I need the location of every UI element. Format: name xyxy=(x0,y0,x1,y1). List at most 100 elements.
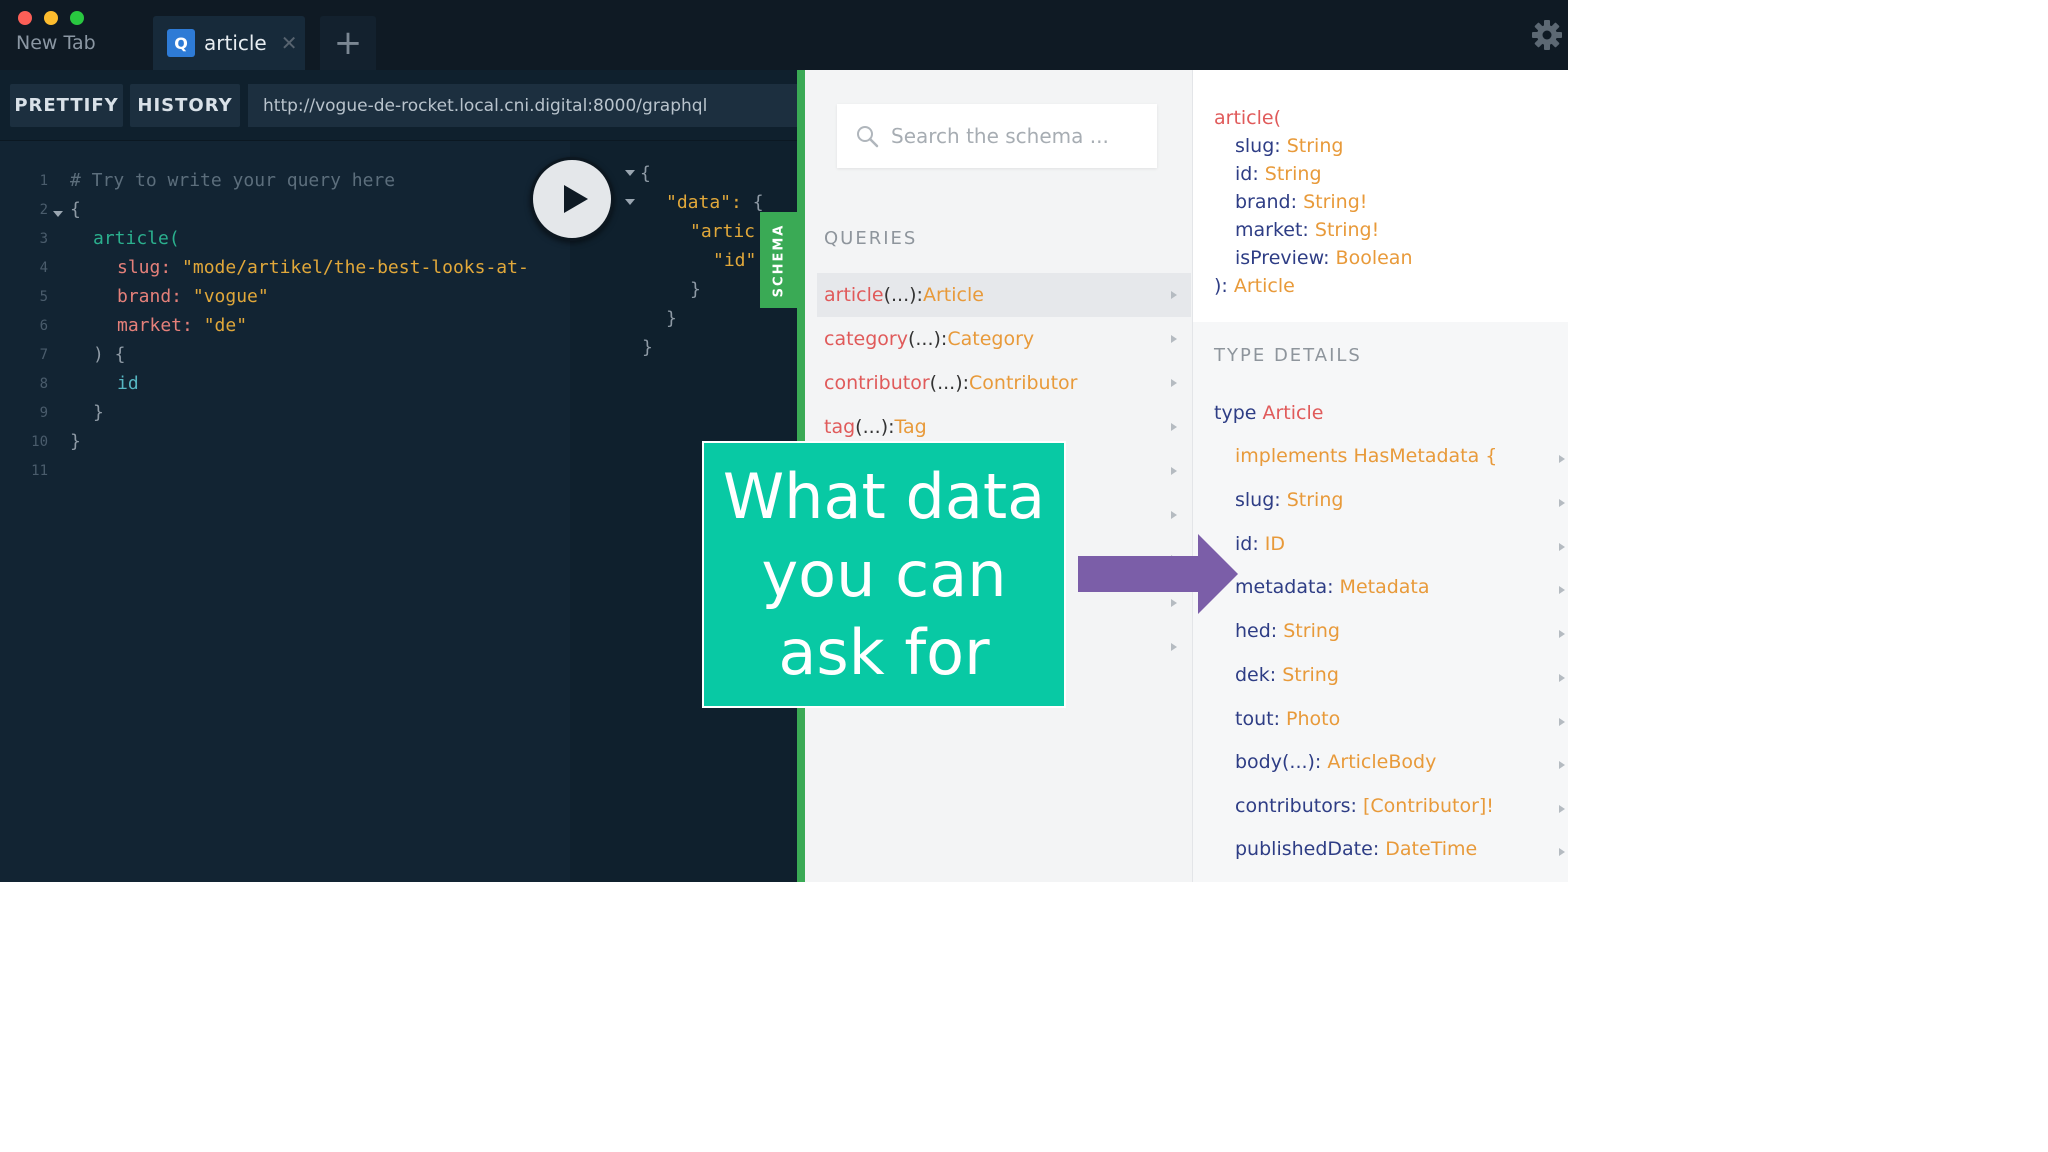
code-arg-brand-line: brand: "vogue" xyxy=(117,286,269,307)
signature-arg-type[interactable]: String! xyxy=(1303,191,1367,213)
result-fold-icon[interactable] xyxy=(625,170,635,176)
title-bar: New Tab Q article ✕ + xyxy=(0,0,1568,70)
result-open-brace: { xyxy=(640,163,651,184)
query-item-article[interactable]: article (...): Article xyxy=(817,273,1191,317)
plus-icon: + xyxy=(333,23,363,63)
field-type[interactable]: ID xyxy=(1265,533,1285,555)
field-hed[interactable]: hed: String xyxy=(1235,620,1340,642)
code-selection-id: id xyxy=(117,373,139,394)
field-type[interactable]: [Contributor]! xyxy=(1363,795,1494,817)
type-name: Article xyxy=(1262,402,1324,424)
add-tab-button[interactable]: + xyxy=(320,16,376,70)
signature-arg-type[interactable]: String! xyxy=(1315,219,1379,241)
signature-arg-type[interactable]: Boolean xyxy=(1336,247,1413,269)
signature-arg-type[interactable]: String xyxy=(1265,163,1322,185)
query-args: (...): xyxy=(883,284,923,306)
app-window: New Tab Q article ✕ + PRETTIFY HISTORY h… xyxy=(0,0,1568,882)
field-name: contributors: xyxy=(1235,795,1357,817)
field-id[interactable]: id: ID xyxy=(1235,533,1285,555)
execute-query-button[interactable] xyxy=(530,157,614,241)
arrow-right-icon xyxy=(1078,534,1238,614)
schema-search-input[interactable]: Search the schema ... xyxy=(837,104,1157,168)
field-name: slug: xyxy=(1235,489,1281,511)
signature-close-paren: ): xyxy=(1214,275,1228,297)
field-metadata[interactable]: metadata: Metadata xyxy=(1235,576,1430,598)
code-close-brace: } xyxy=(70,431,81,452)
field-body[interactable]: body(...): ArticleBody xyxy=(1235,751,1436,773)
field-name: dek: xyxy=(1235,664,1277,686)
signature-arg-name: slug: xyxy=(1235,135,1281,157)
chevron-right-icon xyxy=(1559,455,1565,463)
fold-toggle-icon[interactable] xyxy=(53,211,63,217)
result-fold-icon[interactable] xyxy=(625,199,635,205)
tab-new-tab-label: New Tab xyxy=(16,32,96,54)
query-type: Category xyxy=(947,328,1035,350)
annotation-callout: What data you can ask for xyxy=(702,441,1066,708)
field-name: hed: xyxy=(1235,620,1278,642)
signature-arg: isPreview: Boolean xyxy=(1235,247,1412,269)
gear-icon[interactable] xyxy=(1530,18,1564,52)
result-close-1: } xyxy=(690,279,701,300)
field-dek[interactable]: dek: String xyxy=(1235,664,1339,686)
signature-arg: slug: String xyxy=(1235,135,1343,157)
field-type[interactable]: String xyxy=(1282,664,1339,686)
chevron-right-icon xyxy=(1171,379,1177,387)
chevron-right-icon xyxy=(1559,848,1565,856)
query-item-category[interactable]: category (...): Category xyxy=(817,317,1191,361)
result-close-2: } xyxy=(666,308,677,329)
query-name: category xyxy=(824,328,908,350)
field-type[interactable]: ArticleBody xyxy=(1327,751,1436,773)
callout-text: What data you can ask for xyxy=(722,459,1046,689)
field-contributors[interactable]: contributors: [Contributor]! xyxy=(1235,795,1494,817)
code-arg-brand: brand: xyxy=(117,286,183,307)
line-number: 10 xyxy=(31,434,48,450)
query-args: (...): xyxy=(907,328,948,350)
tab-article[interactable]: Q article ✕ xyxy=(153,16,305,70)
endpoint-url-input[interactable]: http://vogue-de-rocket.local.cni.digital… xyxy=(248,84,798,127)
code-arg-market-value: "de" xyxy=(203,315,248,336)
implements-name[interactable]: HasMetadata { xyxy=(1353,445,1497,467)
signature-arg-name: id: xyxy=(1235,163,1259,185)
query-args: (...): xyxy=(929,372,970,394)
code-arg-market-line: market: "de" xyxy=(117,315,247,336)
signature-arg-type[interactable]: String xyxy=(1287,135,1344,157)
field-type[interactable]: String xyxy=(1283,620,1340,642)
field-tout[interactable]: tout: Photo xyxy=(1235,708,1340,730)
implements-keyword: implements xyxy=(1235,445,1348,467)
tab-close-icon[interactable]: ✕ xyxy=(281,31,298,55)
signature-arg-name: brand: xyxy=(1235,191,1298,213)
code-open-brace: { xyxy=(70,199,81,220)
chevron-right-icon xyxy=(1559,718,1565,726)
line-number: 1 xyxy=(39,173,48,189)
field-type[interactable]: Photo xyxy=(1286,708,1340,730)
chevron-right-icon xyxy=(1171,643,1177,651)
chevron-right-icon xyxy=(1171,511,1177,519)
field-type[interactable]: DateTime xyxy=(1385,838,1477,860)
query-type: Tag xyxy=(894,416,927,438)
chevron-right-icon xyxy=(1559,761,1565,769)
result-close-3: } xyxy=(642,337,653,358)
line-number: 9 xyxy=(39,405,48,421)
schema-toggle-tab[interactable]: SCHEMA xyxy=(760,212,798,308)
search-icon xyxy=(857,126,879,148)
type-details-panel: article( slug: String id: String brand: … xyxy=(1193,70,1568,882)
chevron-right-icon xyxy=(1559,805,1565,813)
prettify-button[interactable]: PRETTIFY xyxy=(10,84,123,127)
field-type[interactable]: Metadata xyxy=(1340,576,1430,598)
query-item-contributor[interactable]: contributor (...): Contributor xyxy=(817,361,1191,405)
code-arg-slug: slug: xyxy=(117,257,172,278)
chevron-right-icon xyxy=(1171,423,1177,431)
tab-new-tab[interactable]: New Tab xyxy=(0,16,140,70)
result-article-key: "artic xyxy=(690,221,756,242)
query-editor[interactable]: 1 2 3 4 5 6 7 8 9 10 11 # Try to write y… xyxy=(0,141,570,882)
field-slug[interactable]: slug: String xyxy=(1235,489,1343,511)
field-type[interactable]: String xyxy=(1287,489,1344,511)
field-published-date[interactable]: publishedDate: DateTime xyxy=(1235,838,1477,860)
signature-return-type[interactable]: Article xyxy=(1234,275,1295,297)
type-keyword: type xyxy=(1214,402,1257,424)
history-button[interactable]: HISTORY xyxy=(130,84,240,127)
chevron-right-icon xyxy=(1171,467,1177,475)
code-comment: # Try to write your query here xyxy=(70,170,396,191)
line-number: 6 xyxy=(39,318,48,334)
query-type: Contributor xyxy=(969,372,1078,394)
